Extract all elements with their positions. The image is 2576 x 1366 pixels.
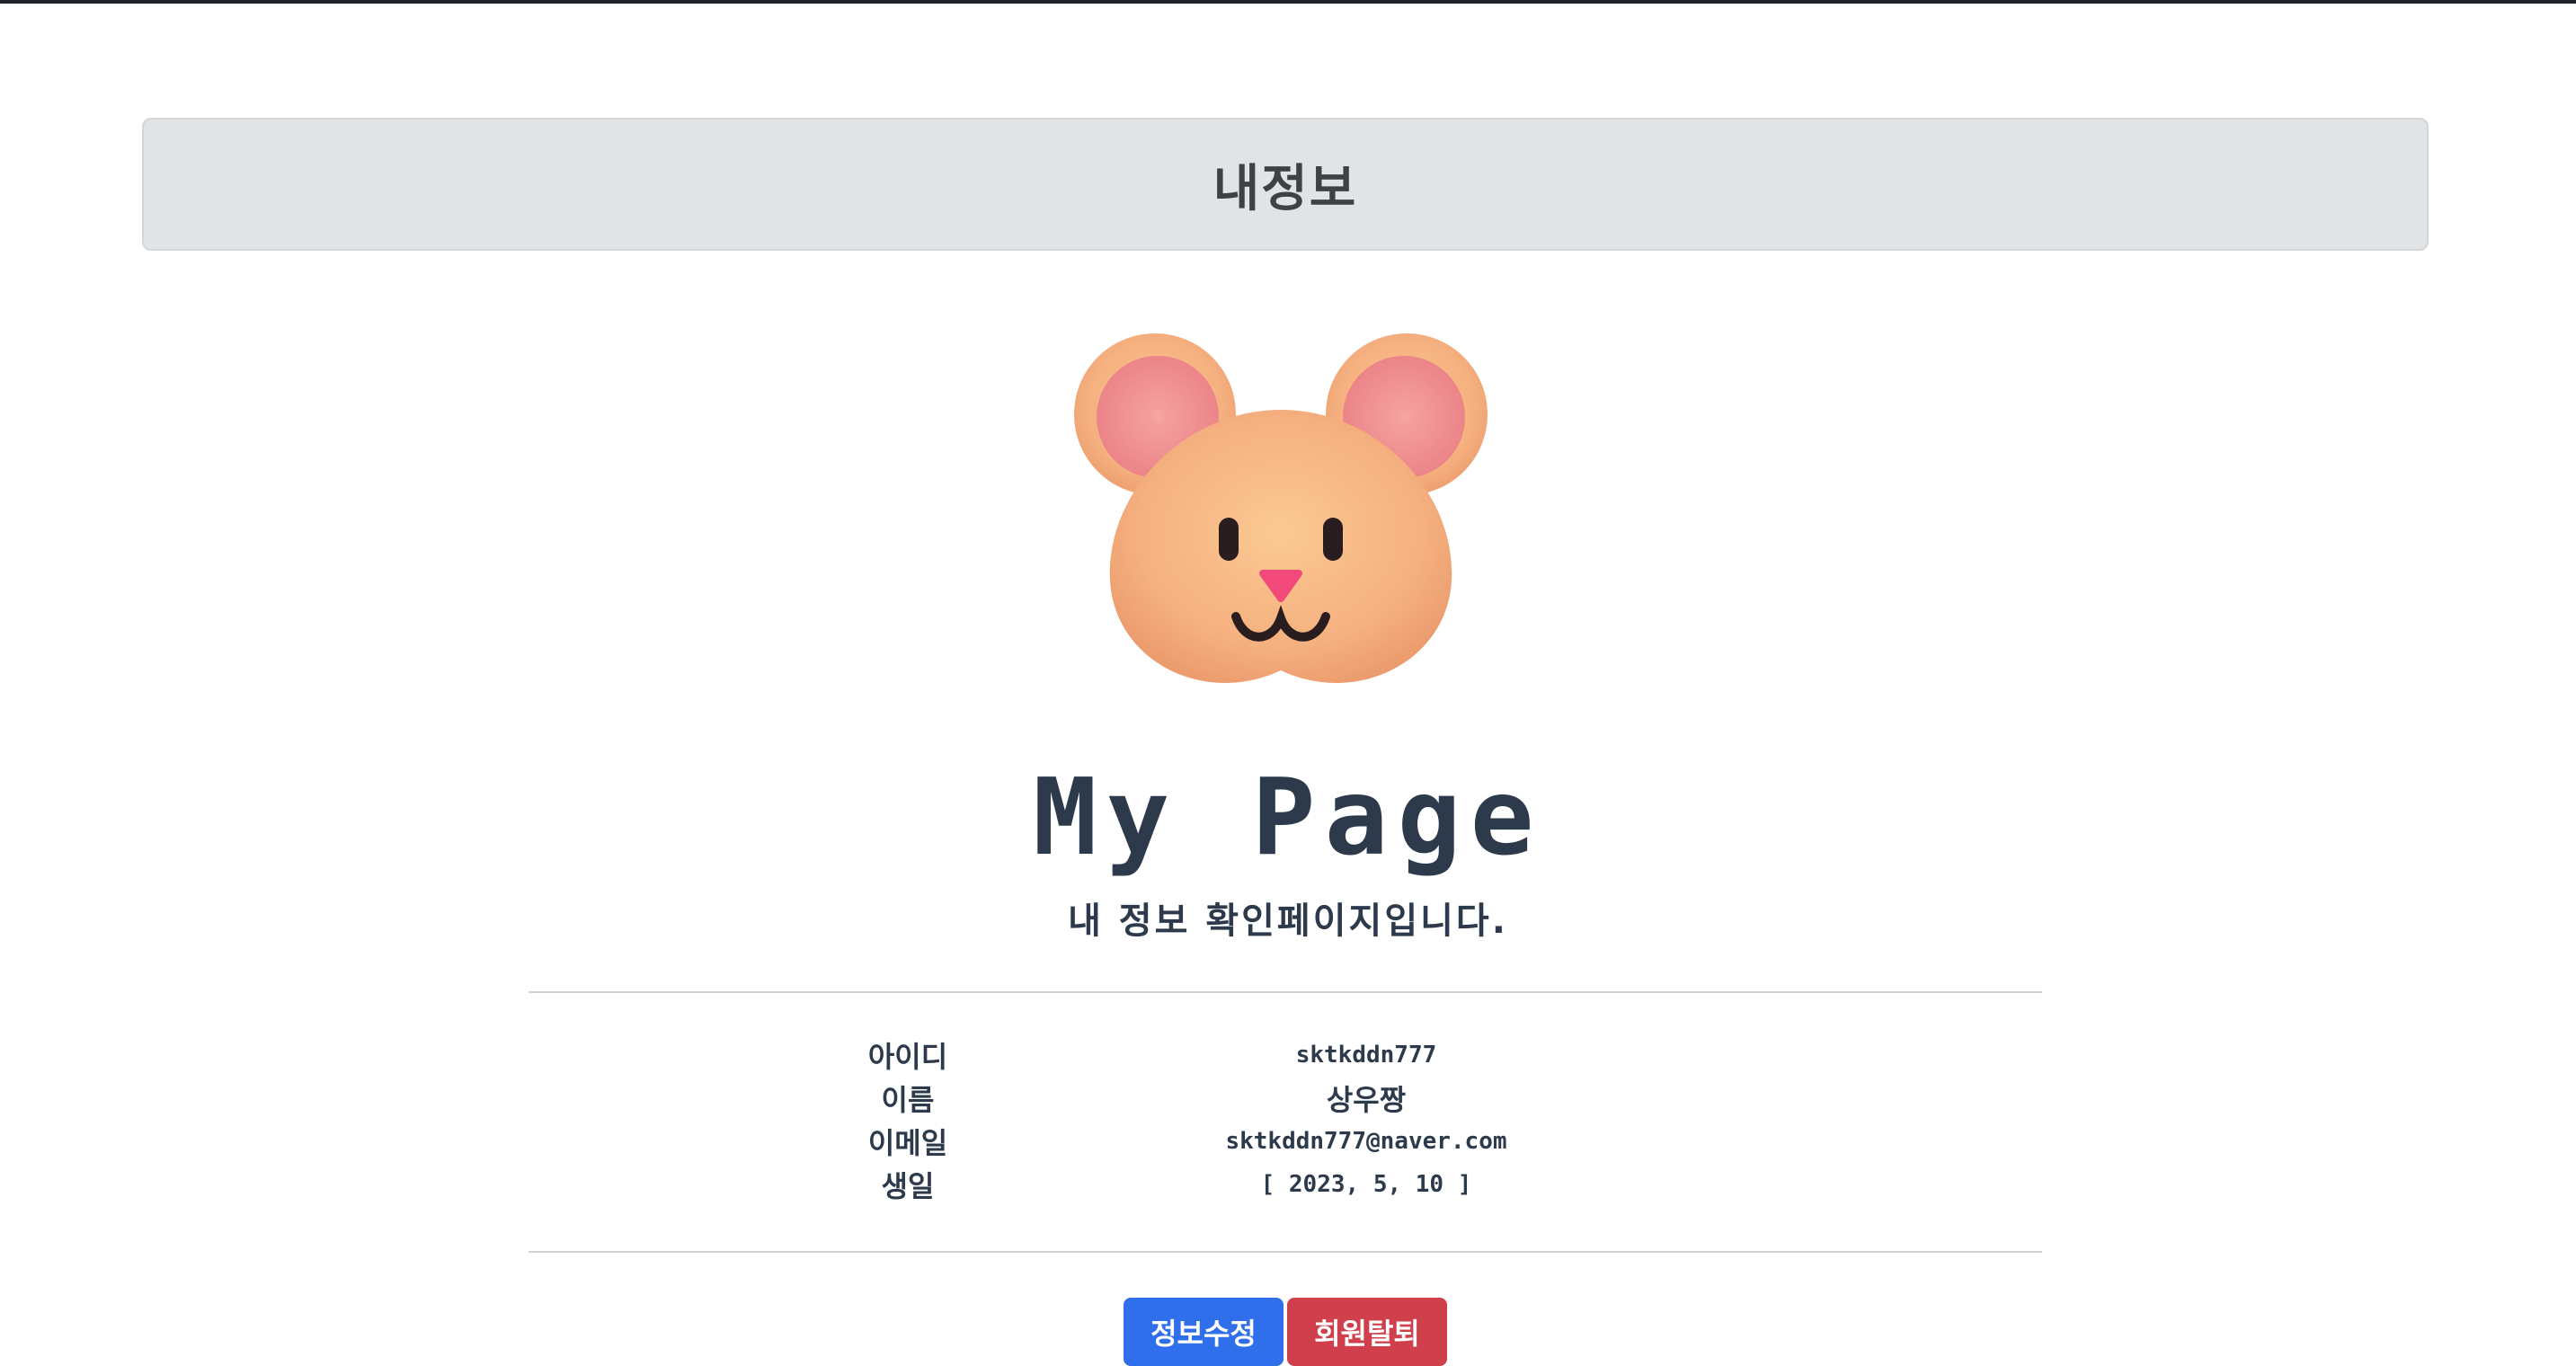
divider-top: [529, 991, 2042, 993]
header-card: 내정보: [142, 118, 2429, 251]
info-row-email: 이메일 sktkddn777@naver.com: [791, 1120, 1780, 1163]
info-label-id: 아이디: [867, 1040, 948, 1074]
info-label-birthday: 생일: [881, 1169, 935, 1203]
hamster-face-icon: [1074, 333, 1488, 683]
info-label-email: 이메일: [867, 1126, 948, 1160]
info-value-id: sktkddn777: [1295, 1042, 1437, 1069]
info-table: 아이디 sktkddn777 이름 상우짱 이메일 sktkddn777@nav…: [791, 1033, 1780, 1206]
info-label-name: 이름: [881, 1083, 935, 1117]
edit-info-button[interactable]: 정보수정: [1124, 1298, 1284, 1366]
header-title: 내정보: [1212, 159, 1358, 218]
page-subtitle: 내 정보 확인페이지입니다.: [1068, 900, 1508, 942]
page-title: My Page: [1033, 755, 1543, 879]
withdraw-button[interactable]: 회원탈퇴: [1287, 1298, 1447, 1366]
info-value-birthday: [ 2023, 5, 10 ]: [1260, 1171, 1472, 1198]
info-value-name: 상우짱: [1326, 1083, 1407, 1117]
info-row-id: 아이디 sktkddn777: [791, 1033, 1780, 1077]
divider-bottom: [529, 1251, 2042, 1253]
info-row-name: 이름 상우짱: [791, 1077, 1780, 1120]
info-value-email: sktkddn777@naver.com: [1225, 1128, 1507, 1155]
action-buttons: 정보수정 회원탈퇴: [1124, 1298, 1447, 1366]
info-row-birthday: 생일 [ 2023, 5, 10 ]: [791, 1163, 1780, 1206]
top-border: [0, 0, 2576, 4]
